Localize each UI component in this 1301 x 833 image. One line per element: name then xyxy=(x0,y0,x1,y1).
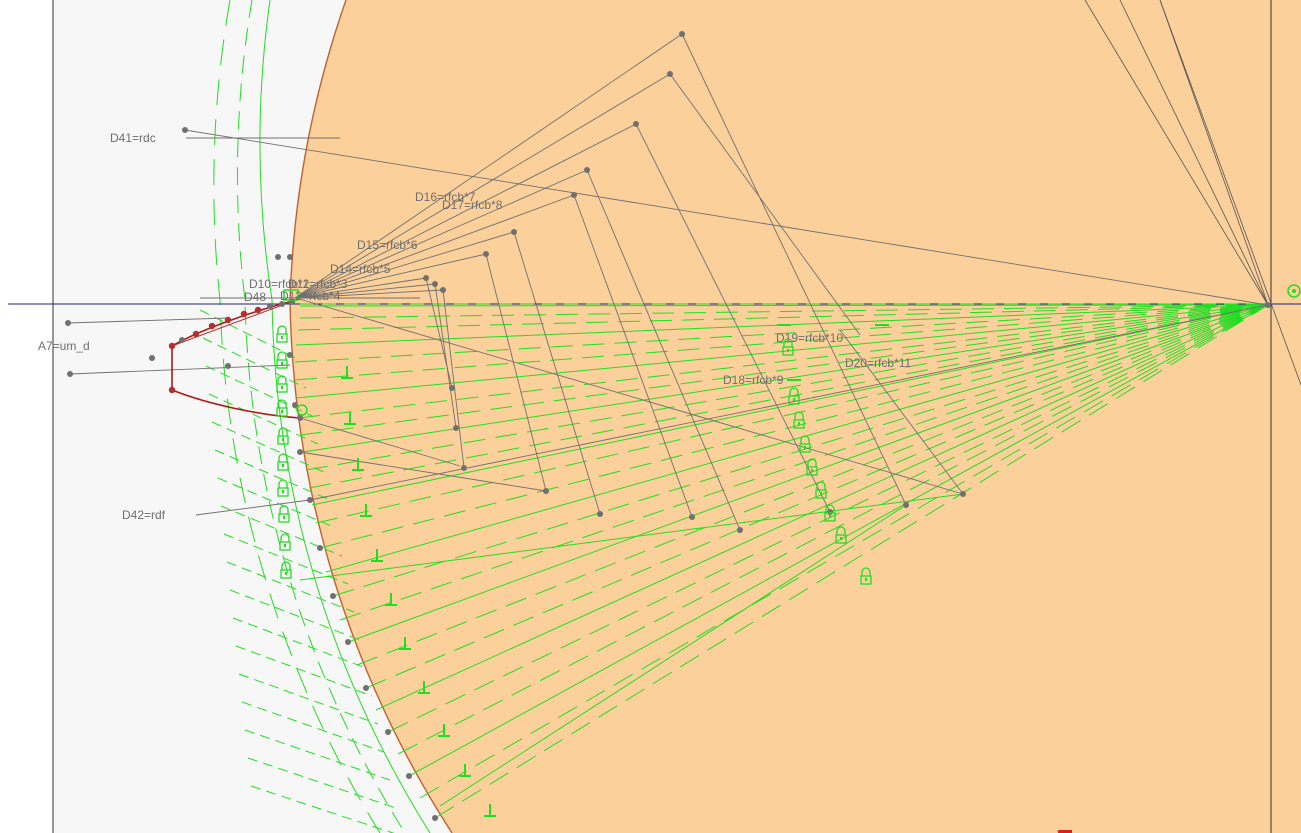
sketch-point[interactable] xyxy=(903,502,909,508)
lock-keyhole xyxy=(281,362,283,365)
lock-keyhole xyxy=(281,386,283,389)
profile-point[interactable] xyxy=(168,342,176,350)
profile-point[interactable] xyxy=(192,330,200,338)
profile-point[interactable] xyxy=(240,310,248,318)
dim-d14[interactable]: D14=rfcb*5 xyxy=(330,262,391,276)
sketch-point[interactable] xyxy=(432,815,438,821)
lock-keyhole xyxy=(282,464,284,467)
sketch-point[interactable] xyxy=(182,127,188,133)
dim-d18[interactable]: D18=rfcb*9 xyxy=(723,373,784,387)
sketch-point[interactable] xyxy=(385,729,391,735)
dim-d19[interactable]: D19=rfcb*10 xyxy=(776,331,843,345)
sketch-point[interactable] xyxy=(225,363,231,369)
sketch-point[interactable] xyxy=(453,425,459,431)
profile-point[interactable] xyxy=(168,386,176,394)
sketch-point[interactable] xyxy=(65,320,71,326)
lock-keyhole xyxy=(829,515,831,518)
lock-keyhole xyxy=(284,544,286,547)
lock-keyhole xyxy=(282,490,284,493)
sketch-point[interactable] xyxy=(597,511,603,517)
sketch-point[interactable] xyxy=(440,287,446,293)
sketch-point[interactable] xyxy=(449,385,455,391)
sketch-point[interactable] xyxy=(297,449,303,455)
lock-keyhole xyxy=(787,349,789,352)
sketch-point[interactable] xyxy=(461,465,467,471)
dim-d20[interactable]: D20=rfcb*11 xyxy=(845,356,911,370)
sketch-point[interactable] xyxy=(330,593,336,599)
dim-d15[interactable]: D15=rfcb*6 xyxy=(357,238,418,252)
lock-keyhole xyxy=(798,422,800,425)
dim-d41[interactable]: D41=rdc xyxy=(110,131,156,145)
sketch-point[interactable] xyxy=(432,281,438,287)
sketch-point[interactable] xyxy=(345,639,351,645)
dim-d12[interactable]: D12=rfcb*4 xyxy=(280,289,341,303)
sketch-point[interactable] xyxy=(511,229,517,235)
sketch-point[interactable] xyxy=(633,121,639,127)
profile-point[interactable] xyxy=(224,316,232,324)
dim-a7[interactable]: A7=um_d xyxy=(38,339,90,353)
sketch-point[interactable] xyxy=(667,71,673,77)
cad-sketch-viewport[interactable]: D41=rdc A7=um_d D42=rdf D16=rfcb*7 D17=r… xyxy=(0,0,1301,833)
lock-keyhole xyxy=(281,336,283,339)
dim-d17[interactable]: D17=rfcb*8 xyxy=(442,198,503,212)
lock-keyhole xyxy=(283,516,285,519)
sketch-point[interactable] xyxy=(483,251,489,257)
profile-point[interactable] xyxy=(254,306,262,314)
sketch-point[interactable] xyxy=(737,527,743,533)
dim-d42[interactable]: D42=rdf xyxy=(122,508,166,522)
sketch-point[interactable] xyxy=(287,254,293,260)
lock-keyhole xyxy=(281,410,283,413)
lock-keyhole xyxy=(804,446,806,449)
sketch-point[interactable] xyxy=(689,514,695,520)
sketch-point[interactable] xyxy=(317,545,323,551)
sketch-point[interactable] xyxy=(149,355,155,361)
dim-d48[interactable]: D48 xyxy=(244,290,266,304)
sketch-point[interactable] xyxy=(1265,302,1271,308)
sketch-point[interactable] xyxy=(267,303,273,309)
sketch-point[interactable] xyxy=(275,254,281,260)
sketch-canvas[interactable]: D41=rdc A7=um_d D42=rdf D16=rfcb*7 D17=r… xyxy=(0,0,1301,833)
sketch-point[interactable] xyxy=(584,167,590,173)
sketch-point[interactable] xyxy=(571,192,577,198)
sketch-point[interactable] xyxy=(406,773,412,779)
lock-keyhole xyxy=(820,492,822,495)
sketch-point[interactable] xyxy=(287,352,293,358)
lock-keyhole xyxy=(285,572,287,575)
sketch-point[interactable] xyxy=(960,491,966,497)
lock-keyhole xyxy=(282,438,284,441)
sketch-point[interactable] xyxy=(307,497,313,503)
sketch-point[interactable] xyxy=(179,337,185,343)
sketch-point[interactable] xyxy=(297,415,303,421)
lock-keyhole xyxy=(840,537,842,540)
sketch-point[interactable] xyxy=(67,371,73,377)
lock-keyhole xyxy=(811,469,813,472)
lock-keyhole xyxy=(865,578,867,581)
sketch-point[interactable] xyxy=(827,509,833,515)
sketch-point[interactable] xyxy=(679,31,685,37)
sketch-point[interactable] xyxy=(363,685,369,691)
lock-keyhole xyxy=(793,398,795,401)
sketch-point[interactable] xyxy=(543,488,549,494)
sketch-point[interactable] xyxy=(423,275,429,281)
profile-point[interactable] xyxy=(208,322,216,330)
